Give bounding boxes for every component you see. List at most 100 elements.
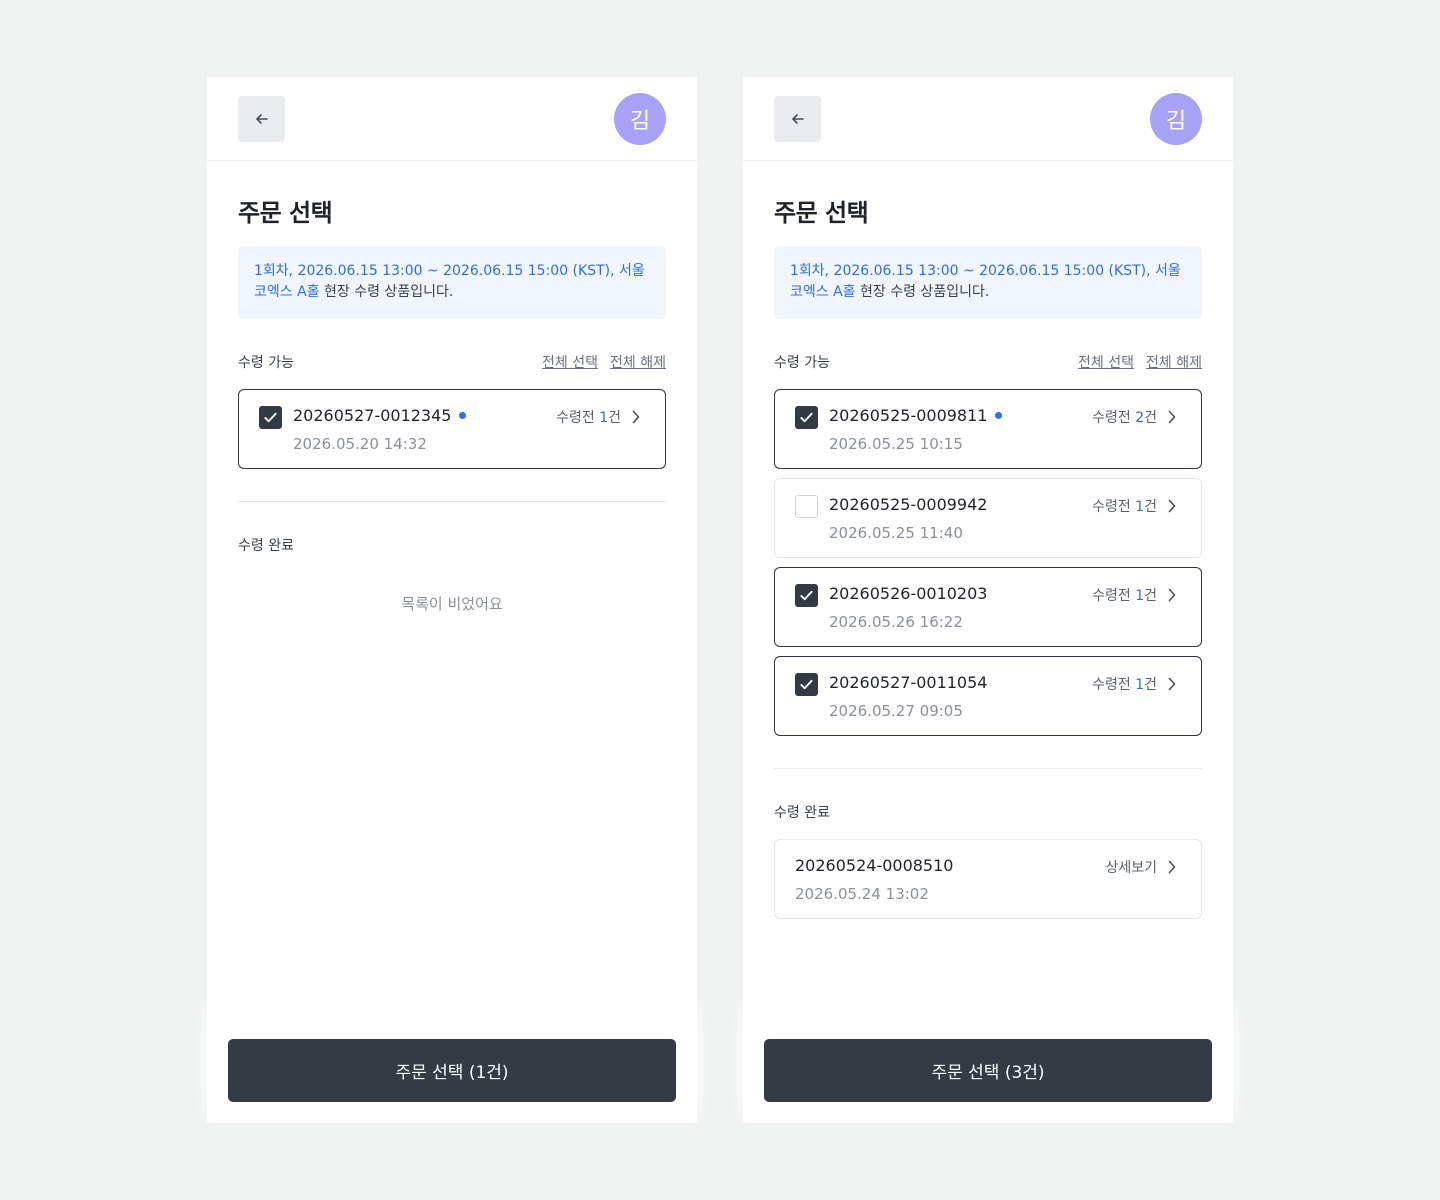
deselect-all-button[interactable]: 전체 해제 [1146,352,1202,372]
pickup-info-suffix: 현장 수령 상품입니다. [319,284,454,300]
order-date: 2026.05.26 16:22 [829,613,963,631]
pickup-info-notice: 1회차, 2026.06.15 13:00 ~ 2026.06.15 15:00… [238,246,666,319]
avatar[interactable]: 김 [614,93,666,145]
order-number: 20260524-0008510 [795,856,954,875]
page-title: 주문 선택 [774,199,869,227]
completed-section-label: 수령 완료 [774,805,830,821]
top-bar: 김 [743,77,1233,161]
empty-list-message: 목록이 비었어요 [401,595,503,613]
order-status: 수령전 1건 [1092,496,1177,516]
completed-section-header: 수령 완료 [774,800,1202,822]
order-number-row: 20260527-0012345 [293,406,467,425]
order-date: 2026.05.20 14:32 [293,435,427,453]
check-icon [800,590,813,601]
pickup-info-notice: 1회차, 2026.06.15 13:00 ~ 2026.06.15 15:00… [774,246,1202,319]
order-number: 20260527-0012345 [293,406,452,425]
check-icon [264,412,277,423]
order-status: 수령전 2건 [1092,407,1177,427]
order-checkbox[interactable] [795,673,818,696]
order-status: 수령전 1건 [556,407,641,427]
top-bar: 김 [207,77,697,161]
pickup-info-suffix: 현장 수령 상품입니다. [855,284,990,300]
available-section-header: 수령 가능 전체 선택 전체 해제 [238,350,666,372]
order-card[interactable]: 20260526-0010203 2026.05.26 16:22 수령전 1건 [774,567,1202,647]
section-divider [774,768,1202,769]
available-order-list: 20260527-0012345 2026.05.20 14:32 수령전 1건 [238,389,666,469]
status-label: 수령전 [1092,677,1136,693]
order-select-screen-1: 김 주문 선택 1회차, 2026.06.15 13:00 ~ 2026.06.… [207,77,697,1123]
page-title: 주문 선택 [238,199,333,227]
chevron-right-icon [632,410,640,424]
select-all-button[interactable]: 전체 선택 [542,352,598,372]
available-order-list: 20260525-0009811 2026.05.25 10:15 수령전 2건… [774,389,1202,736]
status-label: 수령전 [1092,410,1136,426]
chevron-right-icon [1168,499,1176,513]
order-checkbox[interactable] [795,406,818,429]
bottom-bar: 주문 선택 (3건) [743,1018,1233,1123]
chevron-right-icon [1168,860,1176,874]
order-checkbox[interactable] [259,406,282,429]
bottom-bar: 주문 선택 (1건) [207,1018,697,1123]
order-number-row: 20260526-0010203 [829,584,987,603]
order-number: 20260527-0011054 [829,673,988,692]
order-status: 수령전 1건 [1092,585,1177,605]
order-number-row: 20260525-0009942 [829,495,987,514]
order-date: 2026.05.25 10:15 [829,435,963,453]
chevron-right-icon [1168,677,1176,691]
order-date: 2026.05.24 13:02 [795,885,929,903]
deselect-all-button[interactable]: 전체 해제 [610,352,666,372]
order-card[interactable]: 20260525-0009942 2026.05.25 11:40 수령전 1건 [774,478,1202,558]
status-unit: 건 [1144,410,1157,426]
back-button[interactable] [238,96,285,142]
order-date: 2026.05.25 11:40 [829,524,963,542]
completed-section-header: 수령 완료 [238,533,666,555]
order-number-row: 20260527-0011054 [829,673,987,692]
completed-order-card[interactable]: 20260524-0008510 2026.05.24 13:02 상세보기 [774,839,1202,919]
status-label: 수령전 [1092,588,1136,604]
order-number-row: 20260525-0009811 [829,406,1003,425]
completed-order-list: 20260524-0008510 2026.05.24 13:02 상세보기 [774,839,1202,919]
available-section-header: 수령 가능 전체 선택 전체 해제 [774,350,1202,372]
view-detail-label: 상세보기 [1105,860,1157,876]
available-section-label: 수령 가능 [774,355,830,371]
available-section-label: 수령 가능 [238,355,294,371]
order-card[interactable]: 20260527-0011054 2026.05.27 09:05 수령전 1건 [774,656,1202,736]
order-checkbox[interactable] [795,584,818,607]
submit-order-select-button[interactable]: 주문 선택 (3건) [764,1039,1212,1102]
new-indicator-dot [459,412,467,419]
order-number: 20260526-0010203 [829,584,988,603]
status-label: 수령전 [556,410,600,426]
view-detail-link[interactable]: 상세보기 [1105,857,1177,877]
order-card[interactable]: 20260527-0012345 2026.05.20 14:32 수령전 1건 [238,389,666,469]
order-number-row: 20260524-0008510 [795,856,953,875]
status-count: 1 [599,410,609,426]
select-all-button[interactable]: 전체 선택 [1078,352,1134,372]
completed-section-label: 수령 완료 [238,538,294,554]
order-status: 수령전 1건 [1092,674,1177,694]
status-unit: 건 [1144,677,1157,693]
arrow-left-icon [255,114,268,124]
status-unit: 건 [1144,588,1157,604]
order-card[interactable]: 20260525-0009811 2026.05.25 10:15 수령전 2건 [774,389,1202,469]
avatar[interactable]: 김 [1150,93,1202,145]
status-count: 1 [1135,588,1145,604]
status-label: 수령전 [1092,499,1136,515]
chevron-right-icon [1168,410,1176,424]
status-unit: 건 [608,410,621,426]
check-icon [800,679,813,690]
arrow-left-icon [791,114,804,124]
submit-order-select-button[interactable]: 주문 선택 (1건) [228,1039,676,1102]
back-button[interactable] [774,96,821,142]
status-count: 1 [1135,677,1145,693]
order-date: 2026.05.27 09:05 [829,702,963,720]
order-checkbox[interactable] [795,495,818,518]
status-count: 1 [1135,499,1145,515]
order-number: 20260525-0009942 [829,495,988,514]
check-icon [800,412,813,423]
new-indicator-dot [995,412,1003,419]
order-select-screen-2: 김 주문 선택 1회차, 2026.06.15 13:00 ~ 2026.06.… [743,77,1233,1123]
status-count: 2 [1135,410,1145,426]
order-number: 20260525-0009811 [829,406,988,425]
section-divider [238,501,666,502]
chevron-right-icon [1168,588,1176,602]
